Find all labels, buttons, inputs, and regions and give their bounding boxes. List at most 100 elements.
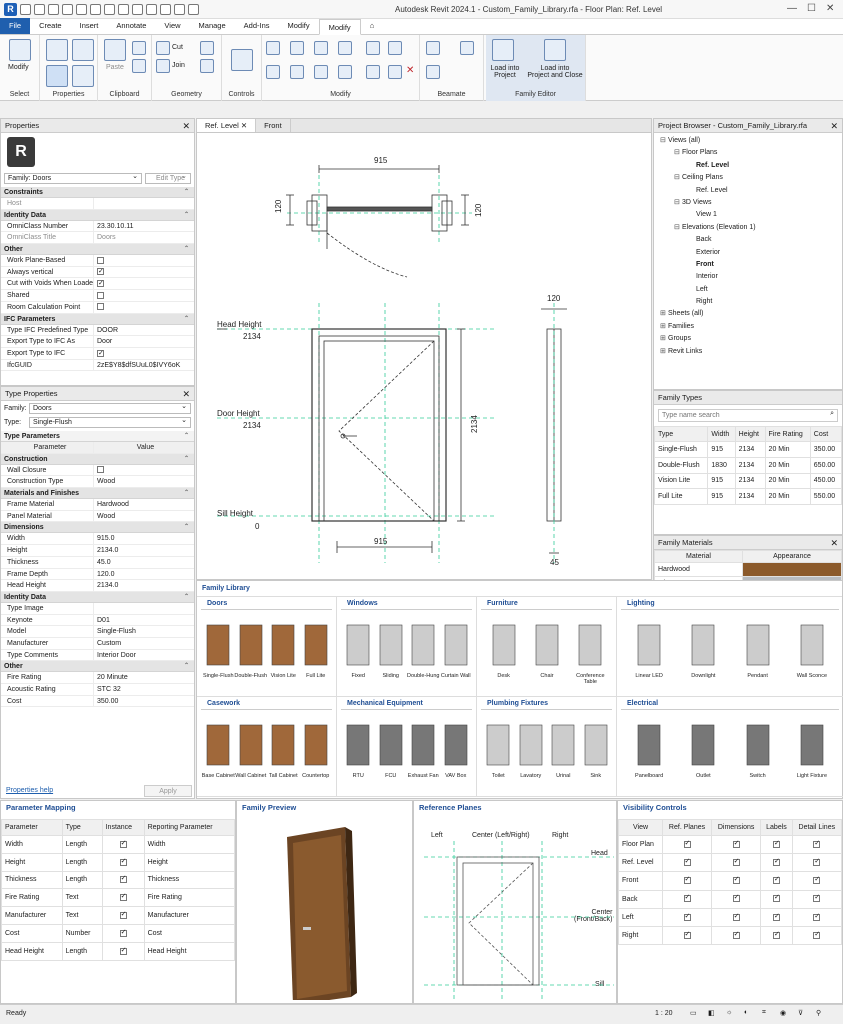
tab-close-icon[interactable]: ✕ <box>241 121 247 130</box>
visibility-checkbox[interactable] <box>772 893 780 903</box>
visibility-checkbox[interactable] <box>732 912 740 921</box>
expand-toggle-icon[interactable]: ⊞ <box>660 321 668 333</box>
mapping-row[interactable]: ManufacturerTextManufacturer <box>1 906 236 925</box>
material-row[interactable]: Hardwood <box>654 562 842 577</box>
property-checkbox[interactable] <box>97 278 104 289</box>
load-and-close-button[interactable]: Load into Project and Close <box>524 65 586 79</box>
library-item-panelboard[interactable]: Panelboard <box>631 717 667 779</box>
measure-icon[interactable] <box>104 4 115 15</box>
property-checkbox[interactable] <box>97 291 104 299</box>
rotate-icon[interactable] <box>314 65 328 79</box>
library-item-linear-led[interactable]: Linear LED <box>631 617 667 679</box>
sync-icon[interactable] <box>48 4 59 15</box>
load-and-close-icon[interactable] <box>544 39 566 61</box>
library-item-rtu[interactable]: RTU <box>340 717 376 779</box>
section-materials-and-finishes[interactable]: Materials and Finishes <box>1 488 194 500</box>
close-icon[interactable]: ✕ <box>826 3 834 14</box>
undo-icon[interactable] <box>62 4 73 15</box>
property-value[interactable] <box>93 290 194 301</box>
tab-modify[interactable]: Modify <box>279 18 319 34</box>
view-tab-ref-level[interactable]: Ref. Level ✕ <box>197 119 257 132</box>
library-item-double-flush[interactable]: Double-Flush <box>233 617 269 679</box>
property-value[interactable]: Wood <box>93 510 194 522</box>
property-checkbox[interactable] <box>97 348 104 359</box>
worksets-icon[interactable]: ⚲ <box>816 1009 821 1017</box>
visibility-checkbox[interactable] <box>813 912 821 921</box>
family-dropdown[interactable]: Doors <box>29 402 191 414</box>
family-types-icon[interactable] <box>46 65 68 87</box>
section-ifc-parameters[interactable]: IFC Parameters <box>1 313 194 325</box>
instance-checkbox[interactable] <box>119 910 127 919</box>
browser-item-interior[interactable]: Interior <box>654 271 842 283</box>
sun-path-icon[interactable]: ☼ <box>726 1009 732 1016</box>
library-item-outlet[interactable]: Outlet <box>685 717 721 779</box>
material-swatch[interactable] <box>742 562 842 577</box>
ribbon-options-icon[interactable]: ⌂ <box>361 18 384 34</box>
type-properties-close-icon[interactable]: ✕ <box>182 387 190 401</box>
library-item-vision-lite[interactable]: Vision Lite <box>265 617 301 679</box>
instance-checkbox[interactable] <box>119 892 127 902</box>
visibility-checkbox[interactable] <box>683 875 691 885</box>
library-item-toilet[interactable]: Toilet <box>480 717 516 779</box>
library-item-single-flush[interactable]: Single-Flush <box>200 617 236 679</box>
expand-toggle-icon[interactable]: ⊞ <box>660 333 668 345</box>
property-value[interactable]: Doors <box>93 232 194 244</box>
browser-item-floor-plans[interactable]: ⊟ Floor Plans <box>654 147 842 159</box>
browser-item-3d-views[interactable]: ⊟ 3D Views <box>654 197 842 209</box>
library-item-exhaust-fan[interactable]: Exhaust Fan <box>405 717 441 779</box>
print-icon[interactable] <box>90 4 101 15</box>
mapping-row[interactable]: Fire RatingTextFire Rating <box>1 888 236 908</box>
library-item-desk[interactable]: Desk <box>486 617 522 679</box>
filter-icon[interactable]: ⊽ <box>798 1009 803 1017</box>
view-scale[interactable]: 1 : 20 <box>655 1010 673 1017</box>
property-value[interactable]: 350.00 <box>93 695 194 707</box>
tab-annotate[interactable]: Annotate <box>107 18 155 34</box>
library-item-urinal[interactable]: Urinal <box>545 717 581 779</box>
save-icon[interactable] <box>34 4 45 15</box>
beamate-settings-icon[interactable] <box>460 41 474 55</box>
beamate-dimension-icon[interactable] <box>426 41 440 55</box>
properties-icon[interactable] <box>46 39 68 61</box>
visibility-checkbox[interactable] <box>813 875 821 885</box>
pin-icon[interactable] <box>388 65 402 79</box>
visibility-row[interactable]: Ref. Level <box>617 853 843 873</box>
visibility-checkbox[interactable] <box>732 839 740 848</box>
visibility-checkbox[interactable] <box>772 857 780 867</box>
family-category-icon[interactable] <box>72 65 94 87</box>
property-checkbox[interactable] <box>97 256 104 264</box>
family-type-row[interactable]: Double-Flush 1830 2134 20 Min 650.00 <box>653 456 843 474</box>
browser-item-left[interactable]: Left <box>654 284 842 296</box>
property-value[interactable]: Interior Door <box>93 649 194 661</box>
type-dropdown[interactable]: Single-Flush <box>29 416 191 428</box>
library-item-double-hung[interactable]: Double-Hung <box>405 617 441 679</box>
search-icon[interactable]: ⌕ <box>830 410 834 418</box>
library-item-light-fixture[interactable]: Light Fixture <box>794 717 830 779</box>
edit-type-button[interactable]: Edit Type <box>145 172 191 184</box>
beamate-measure-icon[interactable] <box>426 65 440 79</box>
browser-item-ceiling-plans[interactable]: ⊟ Ceiling Plans <box>654 172 842 184</box>
split-icon[interactable] <box>366 41 380 55</box>
library-item-countertop[interactable]: Countertop <box>298 717 334 779</box>
properties-help-link[interactable]: Properties help <box>6 787 53 794</box>
section-constraints[interactable]: Constraints <box>1 187 194 198</box>
offset-icon[interactable] <box>290 41 304 55</box>
library-item-full-lite[interactable]: Full Lite <box>298 617 334 679</box>
property-value[interactable] <box>93 602 194 614</box>
family-type-row[interactable]: Single-Flush 915 2134 20 Min 350.00 <box>653 441 843 458</box>
library-item-chair[interactable]: Chair <box>529 617 565 679</box>
library-item-fcu[interactable]: FCU <box>373 717 409 779</box>
visibility-checkbox[interactable] <box>683 857 691 867</box>
family-type-row[interactable]: Full Lite 915 2134 20 Min 550.00 <box>653 488 843 506</box>
property-value[interactable]: 915.0 <box>93 533 194 545</box>
redo-icon[interactable] <box>76 4 87 15</box>
property-value[interactable]: Single-Flush <box>93 626 194 637</box>
copy-icon[interactable] <box>132 59 146 73</box>
mapping-row[interactable]: HeightLengthHeight <box>1 852 236 872</box>
visibility-checkbox[interactable] <box>813 839 821 848</box>
split-face-icon[interactable] <box>200 59 214 73</box>
section-other[interactable]: Other <box>1 244 194 256</box>
library-item-sliding[interactable]: Sliding <box>373 617 409 679</box>
tab-modify-active[interactable]: Modify <box>318 19 361 35</box>
view-tab-front[interactable]: Front <box>256 119 291 132</box>
maximize-icon[interactable]: ☐ <box>807 3 816 14</box>
